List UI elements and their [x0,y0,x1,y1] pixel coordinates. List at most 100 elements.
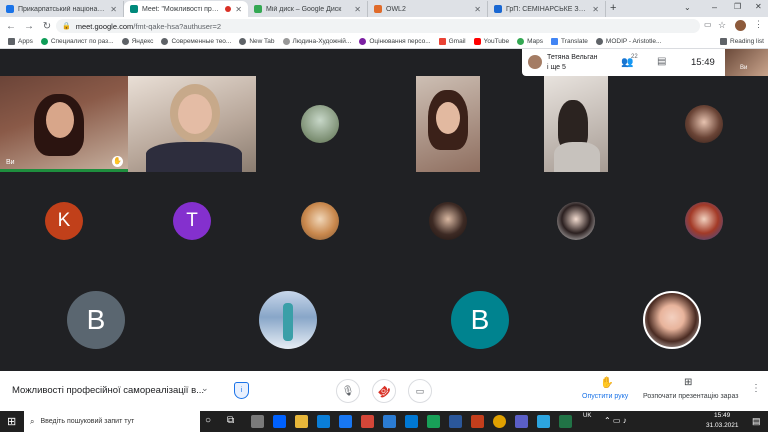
close-icon[interactable]: ✕ [592,5,599,14]
bookmark-modern[interactable]: Современные тео... [161,38,231,45]
tab-title: ГрП: СЕМІНАРСЬКЕ ЗАНЯТТЯ [506,5,589,13]
notifications-icon[interactable]: ▤ [752,416,761,427]
participant-avatar-photo[interactable] [685,202,723,240]
participant-avatar-photo[interactable] [259,291,317,349]
bookmark-translate[interactable]: Translate [551,38,588,45]
profile-avatar[interactable] [735,20,746,31]
browser-tab-strip: Прикарпатський національни ✕ Meet: "Можл… [0,0,768,17]
more-options-icon[interactable]: ⋮ [751,383,761,394]
participant-avatar-photo[interactable] [429,202,467,240]
file-explorer-icon[interactable] [295,415,308,428]
dropbox-icon[interactable] [273,415,286,428]
bookmark-yandex[interactable]: Яндекс [121,38,153,45]
menu-kebab-icon[interactable]: ⋮ [754,19,763,30]
participant-initial-avatar[interactable]: B [451,291,509,349]
meet-top-bar: Тетяна Вельган і ще 5 👥 22 ▤ 15:49 Ви [522,49,768,76]
bookmark-apps[interactable]: Apps [8,38,33,45]
mail-icon[interactable] [361,415,374,428]
taskbar-search-box[interactable]: ⌕ Введіть пошуковий запит тут [24,411,200,432]
edge-icon[interactable] [405,415,418,428]
app-icon[interactable] [427,415,440,428]
bookmark-gmail[interactable]: Gmail [438,38,466,45]
participant-avatar-photo[interactable] [643,291,701,349]
bookmark-label: Apps [18,38,33,45]
participant-avatar-photo[interactable] [557,202,595,240]
word-icon[interactable] [449,415,462,428]
cortana-icon[interactable]: ○ [205,415,211,426]
maximize-button[interactable]: ❐ [734,2,741,11]
photos-icon[interactable] [383,415,396,428]
tab-google-drive[interactable]: Мій диск – Google Диск ✕ [248,1,368,17]
new-tab-button[interactable]: + [610,2,616,14]
viber-icon[interactable] [515,415,528,428]
bookmark-star-icon[interactable]: ☆ [718,20,726,31]
bookmark-new-tab[interactable]: New Tab [239,38,275,45]
bookmark-evaluation[interactable]: Оцінювання персо... [359,38,431,45]
tab-title: Мій диск – Google Диск [266,5,342,13]
address-bar[interactable]: 🔒 meet.google.com/fmt-qake-hsa?authuser=… [56,19,700,33]
forward-button[interactable]: → [22,21,36,32]
bookmark-human-art[interactable]: Людина-Художній... [282,38,351,45]
hand-icon[interactable]: ✋ [600,376,614,389]
chat-icon[interactable]: ▤ [657,56,666,67]
messenger-icon[interactable] [317,415,330,428]
present-screen-icon[interactable]: ⊞ [684,377,692,388]
minimize-button[interactable]: – [712,2,717,12]
close-icon[interactable]: ✕ [235,5,242,14]
bookmark-label: Gmail [448,38,466,45]
task-view-icon[interactable]: ⧉ [227,415,234,426]
microphone-button[interactable]: 🎙 [336,379,360,403]
powerpoint-icon[interactable] [471,415,484,428]
page-icon [282,38,290,45]
tile-name-label: Ви [6,159,15,166]
close-icon[interactable]: ✕ [110,5,117,14]
participant-avatar-photo[interactable] [301,202,339,240]
reading-list-icon [720,38,727,45]
taskbar-date[interactable]: 31.03.2021 [706,422,739,429]
tab-seminar[interactable]: ГрП: СЕМІНАРСЬКЕ ЗАНЯТТЯ ✕ [488,1,606,17]
participant-initial-avatar[interactable]: T [173,202,211,240]
windows-start-icon[interactable]: ⊞ [7,415,16,428]
participant-video-5[interactable] [544,76,608,172]
meeting-title: Можливості професійної самореалізації в.… [12,385,205,396]
participant-video-self[interactable]: Ви ✋ [0,76,128,172]
tab-search-icon[interactable]: ⌄ [684,3,691,12]
back-button[interactable]: ← [4,21,18,32]
participant-initial-avatar[interactable]: K [45,202,83,240]
chevron-down-icon[interactable]: ⌄ [201,383,209,394]
shield-icon[interactable]: i [234,382,249,399]
facebook-icon[interactable] [339,415,352,428]
globe-icon [595,38,603,45]
present-now-button[interactable]: Розпочати презентацію зараз [643,393,738,400]
participant-avatar-photo[interactable] [301,105,339,143]
bookmark-label: YouTube [483,38,510,45]
language-indicator[interactable]: UK [583,413,591,419]
bookmark-maps[interactable]: Maps [517,38,543,45]
bookmark-youtube[interactable]: YouTube [473,38,510,45]
reading-list-button[interactable]: Reading list [720,38,764,45]
participant-initial-avatar[interactable]: B [67,291,125,349]
close-icon[interactable]: ✕ [474,5,481,14]
tab-owl2[interactable]: OWL2 ✕ [368,1,488,17]
leave-call-button[interactable]: ☎ [372,379,396,403]
camera-button[interactable]: ▭ [408,379,432,403]
tab-meet[interactable]: Meet: "Можливості профе ✕ [124,1,248,17]
lower-hand-button[interactable]: Опустити руку [582,393,628,400]
taskbar-clock[interactable]: 15:49 [714,412,730,419]
close-icon[interactable]: ✕ [354,5,361,14]
bookmark-label: Translate [561,38,588,45]
tab-university[interactable]: Прикарпатський національни ✕ [0,1,124,17]
bookmark-specialist[interactable]: Специалист по раз... [40,38,114,45]
chrome-icon[interactable] [493,415,506,428]
participant-video-4[interactable] [416,76,480,172]
reload-button[interactable]: ↻ [40,21,54,32]
cast-icon[interactable]: ▭ [704,20,712,29]
store-icon[interactable] [251,415,264,428]
participant-video-2[interactable] [128,76,256,172]
excel-icon[interactable] [559,415,572,428]
telegram-icon[interactable] [537,415,550,428]
window-close-button[interactable]: ✕ [755,2,762,11]
tray-icons[interactable]: ⌃ ▭ ♪ [604,416,627,425]
participant-avatar-photo[interactable] [685,105,723,143]
bookmark-modip[interactable]: MODIP - Aristotle... [595,38,661,45]
